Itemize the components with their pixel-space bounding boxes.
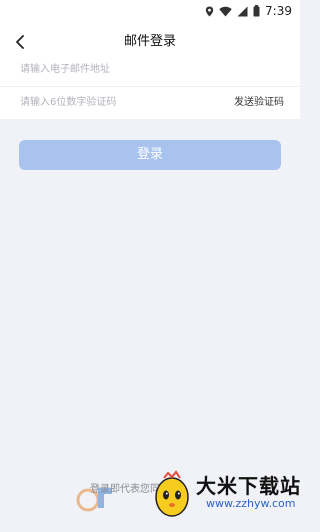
- watermark: 大米下载站 www.zzhyw.com: [144, 468, 300, 518]
- watermark-brand: 大米下载站: [196, 474, 301, 498]
- status-bar: 7:39: [0, 0, 300, 22]
- code-row: 发送验证码: [0, 86, 300, 119]
- chevron-left-icon: [16, 35, 24, 49]
- status-time: 7:39: [265, 4, 292, 18]
- email-row: [0, 53, 300, 87]
- watermark-url: www.zzhyw.com: [206, 497, 296, 510]
- verification-code-field[interactable]: [20, 86, 220, 119]
- login-form: 发送验证码: [0, 53, 300, 119]
- wifi-icon: [219, 6, 232, 16]
- email-field[interactable]: [20, 53, 220, 86]
- battery-icon: [253, 5, 260, 17]
- send-code-button[interactable]: 发送验证码: [234, 86, 284, 119]
- login-button[interactable]: 登录: [19, 140, 281, 170]
- status-icons: 7:39: [205, 3, 292, 19]
- location-icon: [205, 6, 214, 16]
- egg-mascot-icon: [155, 470, 189, 517]
- signal-icon: [237, 6, 248, 16]
- back-button[interactable]: [6, 28, 34, 56]
